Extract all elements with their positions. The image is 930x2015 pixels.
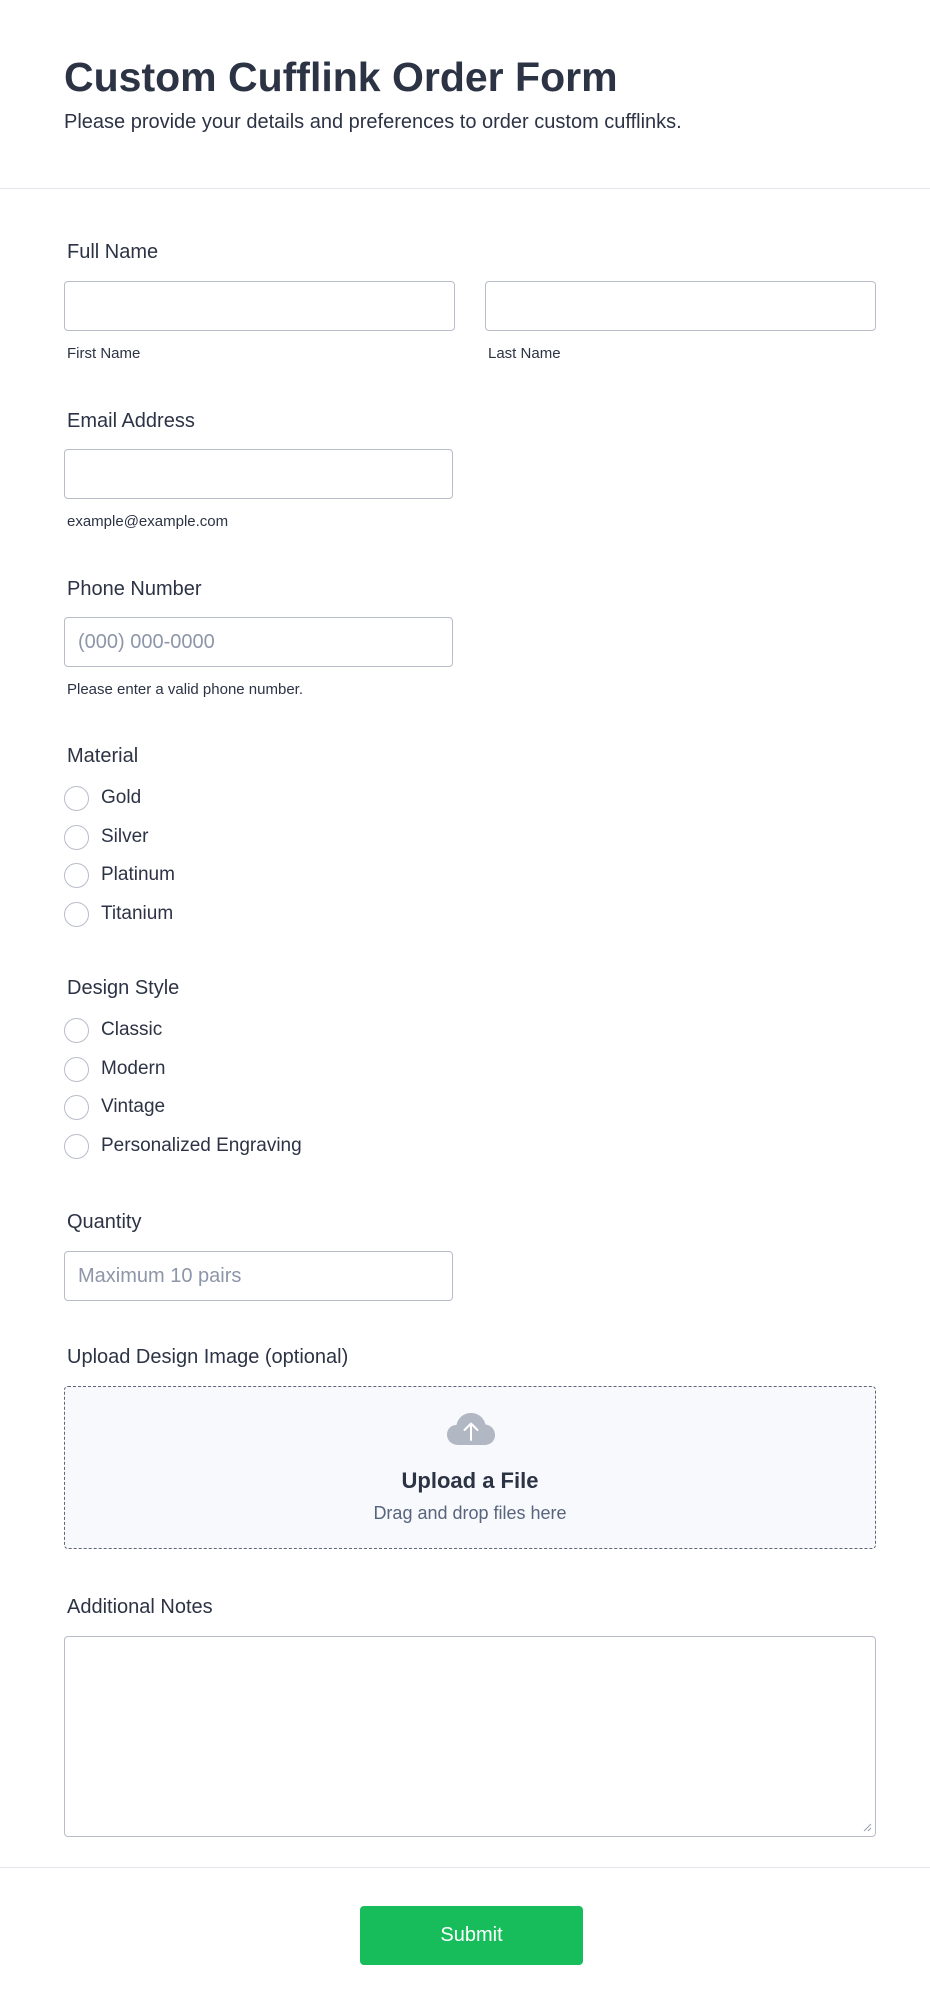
- page-title: Custom Cufflink Order Form: [64, 54, 618, 100]
- radio-button[interactable]: [64, 1017, 89, 1043]
- quantity-label-wrap: Quantity: [64, 1209, 141, 1235]
- material-label-wrap: Material: [64, 743, 138, 769]
- design-option-vintage[interactable]: Vintage: [64, 1093, 165, 1121]
- material-option-platinum[interactable]: Platinum: [64, 861, 175, 889]
- form-header: Custom Cufflink Order Form Please provid…: [0, 0, 930, 189]
- radio-label: Vintage: [101, 1096, 166, 1117]
- email-label: Email Address: [67, 410, 195, 432]
- quantity-input[interactable]: [64, 1251, 453, 1301]
- radio-button[interactable]: [64, 824, 89, 850]
- upload-title: Upload a File: [401, 1468, 539, 1493]
- radio-label: Titanium: [101, 903, 174, 924]
- radio-button[interactable]: [64, 862, 89, 888]
- radio-label: Classic: [101, 1019, 163, 1040]
- radio-button[interactable]: [64, 901, 89, 927]
- radio-button[interactable]: [64, 1133, 89, 1159]
- email-sublabel: example@example.com: [67, 513, 229, 530]
- cloud-upload-icon: [447, 1413, 495, 1445]
- radio-label: Modern: [101, 1058, 166, 1079]
- upload-label-wrap: Upload Design Image (optional): [64, 1344, 348, 1370]
- full-name-label-wrap: Full Name: [64, 239, 158, 265]
- email-field[interactable]: [64, 449, 453, 499]
- resize-handle-icon[interactable]: [862, 1822, 872, 1832]
- radio-button[interactable]: [64, 1056, 89, 1082]
- upload-hint: Drag and drop files here: [373, 1503, 567, 1523]
- radio-label: Personalized Engraving: [101, 1135, 302, 1156]
- radio-label: Silver: [101, 826, 149, 847]
- material-option-titanium[interactable]: Titanium: [64, 900, 173, 928]
- form-footer: Submit: [0, 1867, 930, 2015]
- material-option-gold[interactable]: Gold: [64, 784, 141, 812]
- radio-button[interactable]: [64, 785, 89, 811]
- file-upload-dropzone[interactable]: Upload a File Drag and drop files here: [64, 1386, 876, 1549]
- email-label-wrap: Email Address: [64, 408, 195, 434]
- phone-input[interactable]: [64, 617, 453, 667]
- material-option-silver[interactable]: Silver: [64, 823, 149, 851]
- notes-textarea[interactable]: [64, 1636, 876, 1837]
- first-name-sublabel: First Name: [67, 345, 141, 362]
- last-name-input[interactable]: [485, 281, 876, 331]
- material-label: Material: [67, 745, 139, 767]
- phone-sublabel: Please enter a valid phone number.: [67, 681, 303, 698]
- last-name-sublabel: Last Name: [488, 345, 561, 362]
- quantity-label: Quantity: [67, 1211, 142, 1233]
- phone-label-wrap: Phone Number: [64, 576, 202, 602]
- design-style-label: Design Style: [67, 977, 180, 999]
- design-option-modern[interactable]: Modern: [64, 1055, 165, 1083]
- notes-label: Additional Notes: [67, 1596, 213, 1618]
- first-name-input[interactable]: [64, 281, 455, 331]
- design-style-label-wrap: Design Style: [64, 975, 179, 1001]
- design-option-classic[interactable]: Classic: [64, 1016, 162, 1044]
- full-name-label: Full Name: [67, 241, 159, 263]
- page-subtitle: Please provide your details and preferen…: [64, 111, 682, 133]
- phone-label: Phone Number: [67, 578, 202, 600]
- upload-label: Upload Design Image (optional): [67, 1346, 349, 1368]
- radio-button[interactable]: [64, 1094, 89, 1120]
- submit-button[interactable]: Submit: [360, 1906, 583, 1965]
- notes-label-wrap: Additional Notes: [64, 1594, 213, 1620]
- radio-label: Gold: [101, 787, 142, 808]
- radio-label: Platinum: [101, 864, 175, 885]
- design-option-personalized-engraving[interactable]: Personalized Engraving: [64, 1132, 302, 1160]
